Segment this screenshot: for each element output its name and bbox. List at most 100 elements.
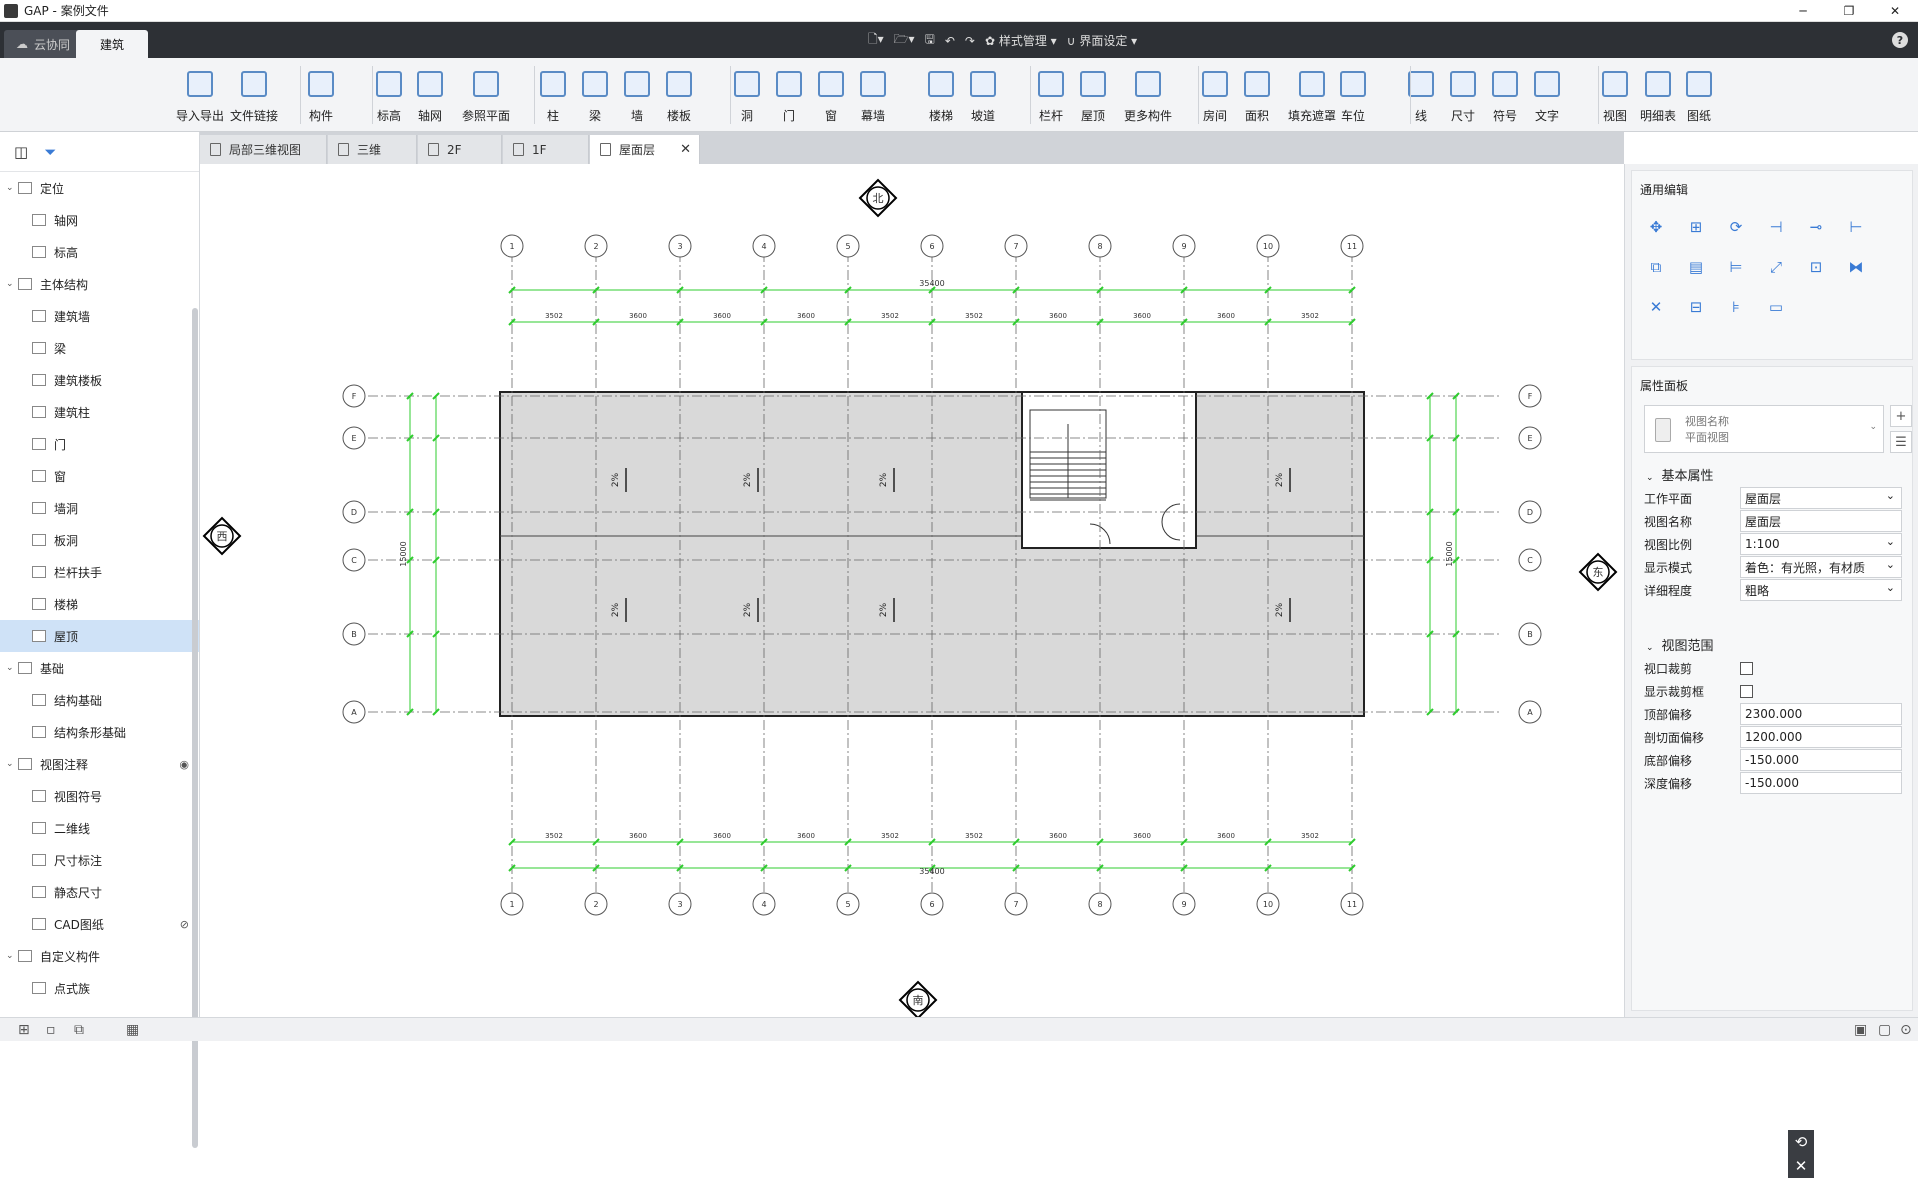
tree-item[interactable]: ⌄ 定位 [0, 172, 199, 204]
tree-item[interactable]: 墙洞 [0, 492, 199, 524]
style-manage-button[interactable]: ✿ 样式管理 ▾ [985, 32, 1057, 49]
symbol-button[interactable]: 符号 [1488, 66, 1522, 124]
roof-plan-drawing[interactable]: 11223344556677889910101111F FE ED DC CB BA A35… [200, 164, 1624, 1020]
save-icon[interactable]: 🖫 [925, 30, 935, 51]
stair-button[interactable]: 楼梯 [924, 66, 958, 124]
split-icon[interactable]: ⊸ [1804, 215, 1828, 239]
layout-grid-icon[interactable]: ⊞ [18, 1022, 30, 1038]
tree-item[interactable]: 板洞 [0, 524, 199, 556]
view-list-button[interactable]: ☰ [1890, 431, 1912, 453]
property-value[interactable]: -150.000 [1740, 772, 1902, 794]
tree-item[interactable]: ⌄ 视图注释 ◉ [0, 748, 199, 780]
opening-button[interactable]: 洞 [730, 66, 764, 124]
close-tab-icon[interactable]: ✕ [680, 142, 691, 157]
chevron-down-icon[interactable]: ⌄ [6, 663, 18, 673]
delete-icon[interactable]: ✕ [1644, 295, 1668, 319]
tree-item[interactable]: 栏杆扶手 [0, 556, 199, 588]
tile-views-icon[interactable]: ⧉ [74, 1022, 84, 1038]
redo-icon[interactable]: ↷ [965, 34, 975, 48]
room-button[interactable]: 房间 [1198, 66, 1232, 124]
door-button[interactable]: 门 [772, 66, 806, 124]
align-icon[interactable]: ⊣ [1764, 215, 1788, 239]
open-file-icon[interactable]: 🗁▾ [894, 30, 915, 51]
new-file-icon[interactable]: 🗋▾ [868, 30, 884, 51]
tree-item[interactable]: 点式族 [0, 972, 199, 1004]
level-button[interactable]: 标高 [372, 66, 406, 124]
railing-button[interactable]: 栏杆 [1034, 66, 1068, 124]
column-button[interactable]: 柱 [536, 66, 570, 124]
tree-item[interactable]: 视图符号 [0, 780, 199, 812]
scale-icon[interactable]: ⤢ [1764, 255, 1788, 279]
tab-architecture[interactable]: 建筑 [76, 30, 148, 58]
trim-icon[interactable]: ⊨ [1724, 255, 1748, 279]
measure-icon[interactable]: ▭ [1764, 295, 1788, 319]
property-value[interactable]: 着色：有光照，有材质 [1740, 556, 1902, 578]
tree-item[interactable]: 建筑楼板 [0, 364, 199, 396]
grid-button[interactable]: 轴网 [413, 66, 447, 124]
tree-item[interactable]: 尺寸标注 [0, 844, 199, 876]
tree-item[interactable]: 屋顶 [0, 620, 199, 652]
chevron-down-icon[interactable]: ⌄ [6, 759, 18, 769]
property-value[interactable]: 1200.000 [1740, 726, 1902, 748]
property-checkbox[interactable] [1740, 661, 1753, 675]
array-icon[interactable]: ▤ [1684, 255, 1708, 279]
ref-plane-button[interactable]: 参照平面 [462, 66, 510, 124]
extend-icon[interactable]: ⊢ [1844, 215, 1868, 239]
view-tab[interactable]: 屋面层 ✕ [590, 135, 700, 164]
tree-item[interactable]: 轴网 [0, 204, 199, 236]
restore-button[interactable]: ❐ [1826, 0, 1872, 22]
tree-item[interactable]: 梁 [0, 332, 199, 364]
tree-item[interactable]: 二维线 [0, 812, 199, 844]
filter-icon[interactable]: ⏷ [44, 143, 56, 161]
eye-off-icon[interactable]: ⊘ [180, 918, 189, 931]
pin-icon[interactable]: ⊟ [1684, 295, 1708, 319]
property-value[interactable]: 屋面层 [1740, 510, 1902, 532]
eye-icon[interactable]: ◉ [179, 758, 189, 771]
help-icon[interactable]: ? [1892, 32, 1908, 48]
status-right-icon-2[interactable]: ▢ [1878, 1022, 1891, 1038]
tree-item[interactable]: 静态尺寸 [0, 876, 199, 908]
undo-icon[interactable]: ↶ [945, 34, 955, 48]
view-range-group[interactable]: ⌄ 视图范围 [1646, 635, 1714, 654]
wall-button[interactable]: 墙 [620, 66, 654, 124]
ui-settings-button[interactable]: ∪ 界面设定 ▾ [1067, 32, 1137, 49]
tree-item[interactable]: 标高 [0, 236, 199, 268]
slab-button[interactable]: 楼板 [662, 66, 696, 124]
ramp-button[interactable]: 坡道 [966, 66, 1000, 124]
view-type-selector[interactable]: 视图名称 平面视图 ⌄ [1644, 405, 1884, 453]
minimize-button[interactable]: ─ [1780, 0, 1826, 22]
add-view-button[interactable]: + [1890, 405, 1912, 427]
panel-toggle-icon[interactable]: ◫ [14, 143, 28, 161]
tree-item[interactable]: 建筑墙 [0, 300, 199, 332]
property-checkbox[interactable] [1740, 684, 1753, 698]
chevron-down-icon[interactable]: ⌄ [6, 279, 18, 289]
parking-button[interactable]: 车位 [1336, 66, 1370, 124]
tree-item[interactable]: 窗 [0, 460, 199, 492]
schedule-button[interactable]: 明细表 [1640, 66, 1676, 124]
small-window-icon[interactable]: ▫ [46, 1022, 56, 1038]
window-button[interactable]: 窗 [814, 66, 848, 124]
text-button[interactable]: 文字 [1530, 66, 1564, 124]
view-tab[interactable]: 2F [418, 135, 502, 164]
match-icon[interactable]: ⊧ [1724, 295, 1748, 319]
area-button[interactable]: 面积 [1240, 66, 1274, 124]
tab-cloud-collab[interactable]: ☁ 云协同 [4, 30, 83, 58]
tree-item[interactable]: CAD图纸 ⊘ [0, 908, 199, 940]
view-tab[interactable]: 1F [503, 135, 589, 164]
curtain-wall-button[interactable]: 幕墙 [856, 66, 890, 124]
move-icon[interactable]: ✥ [1644, 215, 1668, 239]
property-value[interactable]: 2300.000 [1740, 703, 1902, 725]
tree-item[interactable]: 结构条形基础 [0, 716, 199, 748]
group-icon[interactable]: ⊡ [1804, 255, 1828, 279]
basic-props-group[interactable]: ⌄ 基本属性 [1646, 465, 1714, 484]
chevron-down-icon[interactable]: ⌄ [6, 951, 18, 961]
dimension-button[interactable]: 尺寸 [1446, 66, 1480, 124]
tree-item[interactable]: 建筑柱 [0, 396, 199, 428]
beam-button[interactable]: 梁 [578, 66, 612, 124]
tree-item[interactable]: 门 [0, 428, 199, 460]
view-button[interactable]: 视图 [1598, 66, 1632, 124]
offset-icon[interactable]: ⧉ [1644, 255, 1668, 279]
mirror-icon[interactable]: ⧓ [1844, 255, 1868, 279]
rotate-view-icon[interactable]: ⟲ [1795, 1133, 1808, 1151]
property-value[interactable]: -150.000 [1740, 749, 1902, 771]
